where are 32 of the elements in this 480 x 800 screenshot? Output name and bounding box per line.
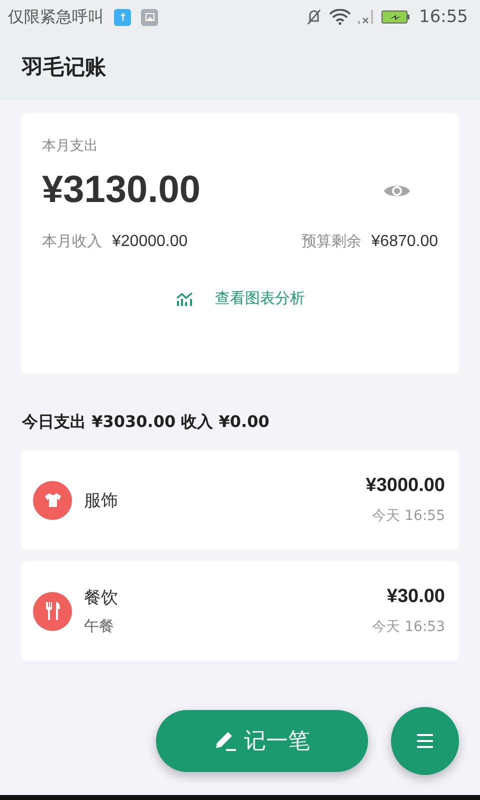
- add-record-button[interactable]: 记一笔: [156, 710, 368, 772]
- fork-knife-icon: [33, 592, 72, 630]
- shirt-icon: [33, 480, 72, 520]
- record-item[interactable]: 服饰 ¥3000.00 今天 16:55: [21, 450, 459, 550]
- usb-icon: [114, 8, 131, 26]
- status-time: 16:55: [419, 7, 468, 27]
- income-label: 本月收入: [42, 232, 102, 251]
- battery-icon: [381, 9, 411, 25]
- chart-analysis-link[interactable]: 查看图表分析: [171, 285, 309, 312]
- status-text: 仅限紧急呼叫: [8, 6, 104, 28]
- income-amount: ¥20000.00: [112, 232, 188, 250]
- expense-amount: ¥3130.00: [42, 169, 200, 212]
- wifi-icon: [329, 9, 351, 25]
- category-name: 服饰: [84, 490, 119, 512]
- record-item[interactable]: 餐饮 午餐 ¥30.00 今天 16:53: [21, 561, 459, 661]
- chart-icon: [175, 290, 195, 306]
- record-amount: ¥3000.00: [366, 475, 445, 497]
- category-name: 餐饮: [84, 587, 119, 609]
- list-icon: [415, 733, 435, 749]
- budget-amount: ¥6870.00: [371, 232, 438, 250]
- image-icon: [141, 8, 158, 26]
- record-amount: ¥30.00: [386, 586, 445, 608]
- record-time: 今天 16:53: [372, 618, 445, 636]
- list-button[interactable]: [391, 707, 459, 775]
- today-summary: 今日支出 ¥3030.00 收入 ¥0.00: [22, 412, 270, 433]
- summary-label: 本月支出: [42, 137, 99, 155]
- signal-icon: [357, 9, 375, 25]
- mute-icon: [305, 8, 323, 26]
- record-time: 今天 16:55: [372, 507, 445, 525]
- app-title: 羽毛记账: [22, 54, 106, 81]
- budget-label: 预算剩余: [301, 232, 362, 251]
- record-note: 午餐: [84, 617, 115, 636]
